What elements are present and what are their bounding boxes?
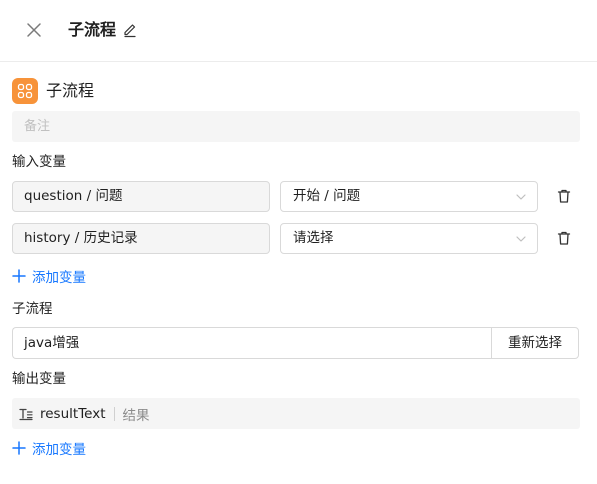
- subflow-node-icon: [12, 78, 38, 104]
- input-var-name-history[interactable]: history / 历史记录: [12, 223, 270, 254]
- close-icon[interactable]: [24, 20, 44, 40]
- reselect-button[interactable]: 重新选择: [491, 327, 579, 359]
- edit-icon[interactable]: [122, 22, 138, 38]
- add-variable-label: 添加变量: [32, 270, 86, 286]
- remark-input[interactable]: [12, 111, 580, 142]
- chevron-down-icon: [516, 236, 526, 242]
- subflow-icon: [17, 83, 33, 99]
- input-var-name-question[interactable]: question / 问题: [12, 181, 270, 212]
- panel-header: 子流程: [0, 0, 597, 62]
- text-type-icon: [19, 408, 33, 420]
- output-var-name: resultText: [40, 405, 106, 422]
- divider: [113, 406, 115, 421]
- node-title: 子流程: [46, 81, 95, 100]
- input-var-select-question[interactable]: 开始 / 问题: [280, 181, 538, 212]
- trash-icon[interactable]: [556, 230, 572, 246]
- select-value: 请选择: [293, 230, 334, 246]
- input-variables-label: 输入变量: [12, 154, 66, 170]
- trash-icon[interactable]: [556, 188, 572, 204]
- input-var-select-history[interactable]: 请选择: [280, 223, 538, 254]
- add-output-variable-button[interactable]: 添加变量: [12, 438, 86, 458]
- add-variable-label: 添加变量: [32, 442, 86, 458]
- output-variable-row: resultText 结果: [12, 398, 580, 429]
- plus-icon: [12, 269, 26, 283]
- subflow-label: 子流程: [12, 301, 53, 317]
- select-value: 开始 / 问题: [293, 188, 361, 204]
- header-title: 子流程: [68, 20, 117, 39]
- output-var-desc: 结果: [122, 407, 150, 424]
- output-variables-label: 输出变量: [12, 371, 66, 387]
- chevron-down-icon: [516, 194, 526, 200]
- add-input-variable-button[interactable]: 添加变量: [12, 266, 86, 286]
- plus-icon: [12, 441, 26, 455]
- subflow-input[interactable]: java增强: [12, 327, 492, 359]
